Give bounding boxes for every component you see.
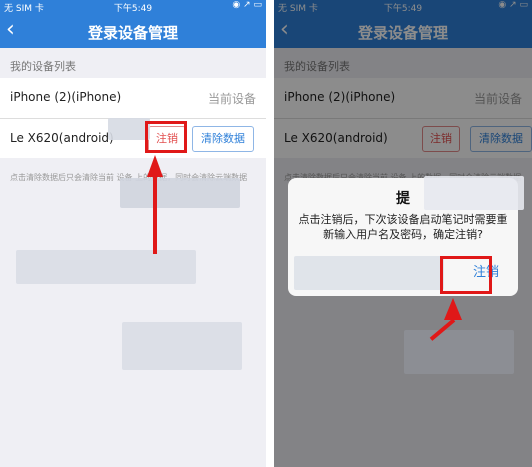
arrow-shaft — [153, 176, 157, 254]
arrow-up-icon — [444, 298, 462, 320]
arrow-up-icon — [147, 155, 163, 177]
status-time: 下午5:49 — [113, 4, 153, 14]
page-title: 登录设备管理 — [87, 24, 178, 42]
highlight-box — [145, 121, 187, 153]
nav-bar: ‹ 登录设备管理 — [0, 14, 266, 48]
blur-watermark — [120, 178, 240, 208]
blur-watermark — [294, 256, 444, 290]
clear-data-button[interactable]: 清除数据 — [192, 126, 254, 152]
blur-watermark — [424, 176, 524, 210]
dialog-message: 点击注销后，下次该设备启动笔记时需要重新输入用户名及密码，确定注销? — [298, 213, 508, 241]
blur-watermark — [404, 330, 514, 374]
highlight-box — [440, 256, 492, 294]
device-name: iPhone (2)(iPhone) — [10, 90, 122, 104]
section-title: 我的设备列表 — [10, 60, 76, 73]
status-indicators: ◉ ↗ ▭ — [232, 0, 262, 10]
blur-watermark — [16, 250, 196, 284]
current-device-label: 当前设备 — [207, 92, 256, 106]
left-screenshot-panel: 无 SIM 卡 下午5:49 ◉ ↗ ▭ ‹ 登录设备管理 我的设备列表 iPh… — [0, 0, 266, 467]
blur-watermark — [122, 322, 242, 370]
device-name: Le X620(android) — [10, 131, 114, 145]
blur-watermark — [108, 118, 150, 140]
device-row-current: iPhone (2)(iPhone) 当前设备 — [0, 78, 266, 118]
status-bar: 无 SIM 卡 下午5:49 ◉ ↗ ▭ — [0, 0, 266, 14]
right-screenshot-panel: 无 SIM 卡 下午5:49 ◉ ↗ ▭ ‹ 登录设备管理 我的设备列表 iPh… — [274, 0, 532, 467]
